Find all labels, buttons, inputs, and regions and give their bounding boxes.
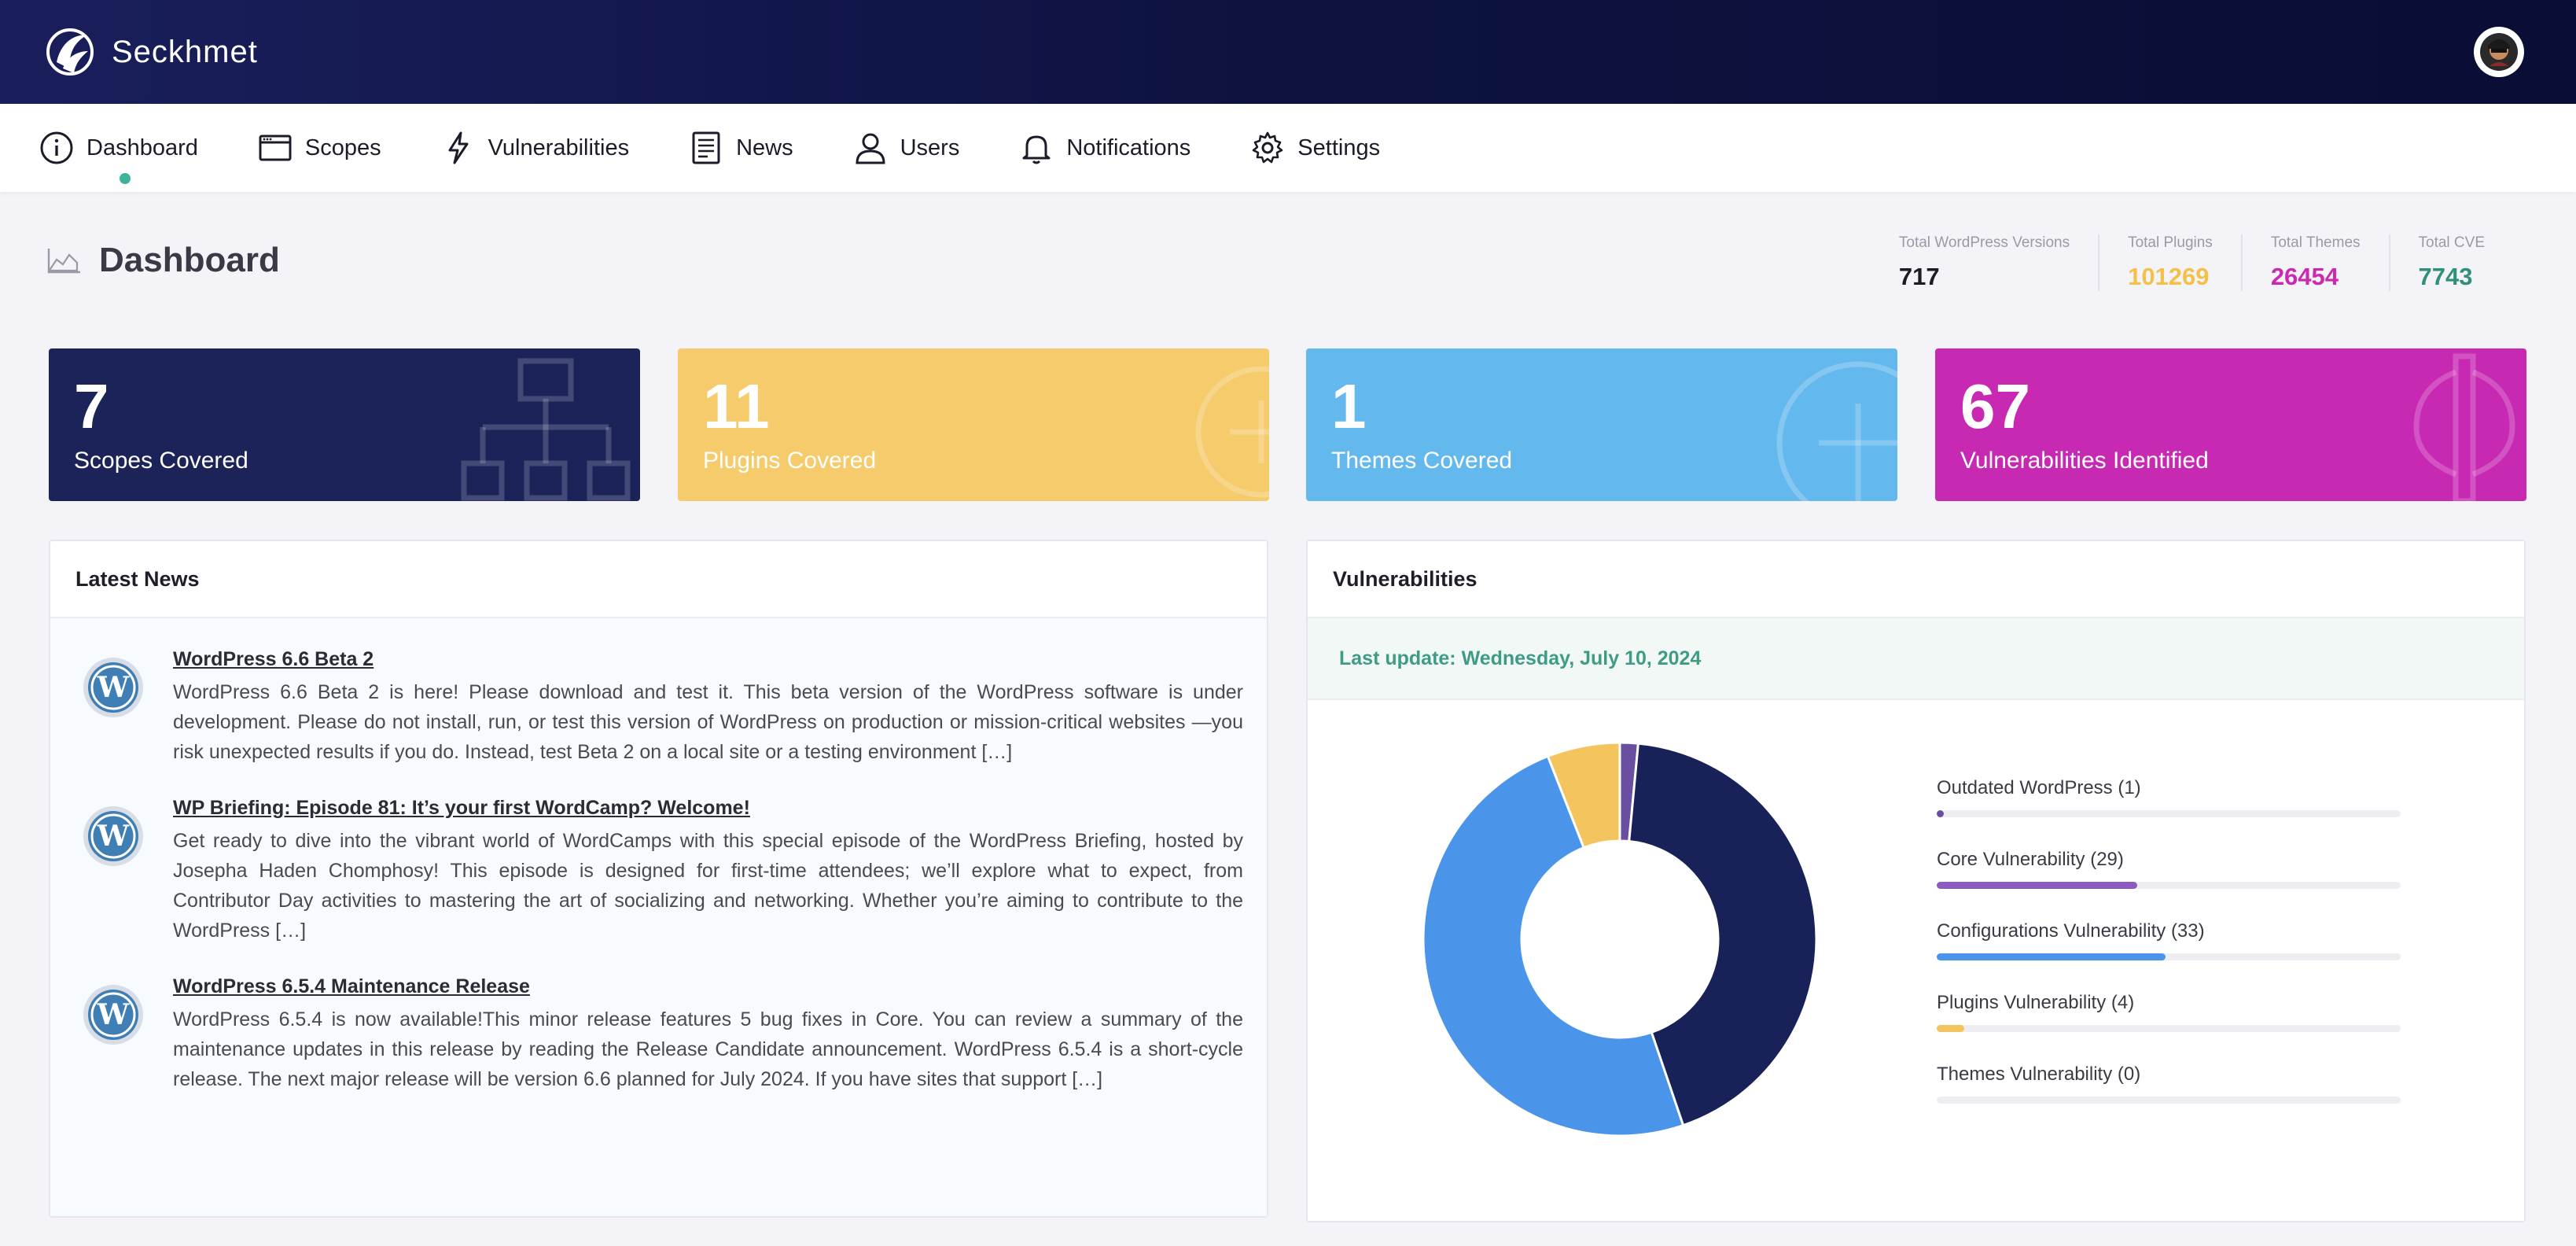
nav-scopes[interactable]: Scopes [258, 104, 381, 192]
nav-label: Settings [1297, 135, 1381, 160]
nav-label: Users [900, 135, 960, 160]
legend-label: Themes Vulnerability (0) [1937, 1064, 2141, 1085]
legend-bar-track [1937, 810, 2401, 817]
news-title-link[interactable]: WordPress 6.5.4 Maintenance Release [173, 975, 1243, 998]
news-content: WP Briefing: Episode 81: It’s your first… [173, 797, 1243, 946]
top-bar: Seckhmet [0, 0, 2576, 104]
wordpress-logo-icon: W [83, 806, 143, 866]
wordpress-logo-icon: W [83, 985, 143, 1045]
vulnerabilities-panel: Vulnerabilities Last update: Wednesday, … [1306, 540, 2526, 1222]
newspaper-icon [692, 131, 720, 164]
user-icon [856, 133, 885, 164]
totals-stats: Total WordPress Versions 717 Total Plugi… [1871, 234, 2513, 291]
news-excerpt: Get ready to dive into the vibrant world… [173, 830, 1243, 942]
news-item: W WordPress 6.6 Beta 2 WordPress 6.6 Bet… [50, 648, 1267, 767]
last-update-text: Last update: Wednesday, July 10, 2024 [1308, 618, 2524, 700]
card-plugins[interactable]: 11 Plugins Covered [678, 348, 1269, 501]
stat-value: 717 [1898, 263, 1940, 290]
card-themes[interactable]: 1 Themes Covered [1306, 348, 1897, 501]
gear-icon [1252, 131, 1283, 164]
nav-dashboard[interactable]: Dashboard [39, 104, 198, 192]
legend-bar-track [1937, 1025, 2401, 1032]
nav-label: News [736, 135, 793, 160]
nav-users[interactable]: Users [853, 104, 960, 192]
legend-item: Outdated WordPress (1) [1937, 777, 2401, 817]
legend-label: Core Vulnerability (29) [1937, 849, 2124, 870]
user-avatar-icon [2480, 33, 2518, 71]
chart-legend: Outdated WordPress (1) Core Vulnerabilit… [1937, 777, 2401, 1135]
nav-label: Notifications [1066, 135, 1191, 160]
news-excerpt: WordPress 6.6 Beta 2 is here! Please dow… [173, 681, 1243, 763]
legend-item: Configurations Vulnerability (33) [1937, 920, 2401, 960]
legend-label: Configurations Vulnerability (33) [1937, 920, 2205, 942]
page-title-text: Dashboard [99, 241, 280, 279]
nav-news[interactable]: News [689, 104, 793, 192]
stat-value: 101269 [2128, 263, 2210, 290]
news-item: W WP Briefing: Episode 81: It’s your fir… [50, 797, 1267, 946]
panel-title: Latest News [50, 541, 1267, 618]
info-icon [40, 131, 73, 164]
avatar[interactable] [2474, 27, 2524, 77]
plus-circle-icon [1776, 361, 1897, 501]
legend-item: Plugins Vulnerability (4) [1937, 992, 2401, 1032]
legend-bar-fill [1937, 882, 2138, 889]
legend-label: Plugins Vulnerability (4) [1937, 992, 2135, 1013]
stat-label: Total WordPress Versions [1898, 234, 2070, 251]
stat-wp-versions: Total WordPress Versions 717 [1871, 234, 2098, 291]
stat-value: 7743 [2418, 263, 2473, 290]
bell-icon [1022, 135, 1051, 164]
news-content: WordPress 6.6 Beta 2 WordPress 6.6 Beta … [173, 648, 1243, 767]
stat-cve: Total CVE 7743 [2388, 234, 2513, 291]
brand[interactable]: Seckhmet [46, 24, 258, 79]
lightning-icon [448, 131, 469, 164]
panel-title: Vulnerabilities [1308, 541, 2524, 618]
axe-icon [2413, 353, 2515, 501]
legend-bar-track [1937, 882, 2401, 889]
svg-text:W: W [97, 998, 130, 1031]
legend-item: Themes Vulnerability (0) [1937, 1064, 2401, 1104]
latest-news-panel: Latest News W WordPress 6.6 Beta 2 WordP… [49, 540, 1268, 1218]
stat-label: Total CVE [2418, 234, 2485, 251]
nav-label: Dashboard [86, 135, 198, 160]
nav-label: Scopes [304, 135, 381, 160]
stat-label: Total Themes [2270, 234, 2361, 251]
legend-bar-track [1937, 1097, 2401, 1104]
main-nav: Dashboard Scopes Vulnerabilities News Us… [0, 104, 2576, 192]
seckhmet-logo-icon [46, 28, 94, 76]
news-title-link[interactable]: WP Briefing: Episode 81: It’s your first… [173, 797, 1243, 820]
news-list: W WordPress 6.6 Beta 2 WordPress 6.6 Bet… [50, 618, 1267, 1216]
news-content: WordPress 6.5.4 Maintenance Release Word… [173, 975, 1243, 1094]
stat-themes: Total Themes 26454 [2240, 234, 2389, 291]
legend-item: Core Vulnerability (29) [1937, 849, 2401, 889]
browser-window-icon [259, 135, 292, 161]
active-indicator [120, 173, 131, 184]
legend-label: Outdated WordPress (1) [1937, 777, 2141, 798]
nav-notifications[interactable]: Notifications [1019, 104, 1190, 192]
nav-label: Vulnerabilities [488, 135, 630, 160]
legend-bar-fill [1937, 1025, 1965, 1032]
legend-bar-track [1937, 953, 2401, 960]
hierarchy-icon [461, 358, 631, 501]
news-excerpt: WordPress 6.5.4 is now available!This mi… [173, 1008, 1243, 1090]
nav-vulnerabilities[interactable]: Vulnerabilities [441, 104, 629, 192]
card-vulnerabilities[interactable]: 67 Vulnerabilities Identified [1935, 348, 2526, 501]
plus-circle-icon [1195, 366, 1269, 498]
card-scopes[interactable]: 7 Scopes Covered [49, 348, 640, 501]
page-title: Dashboard [47, 241, 280, 280]
legend-bar-fill [1937, 810, 1945, 817]
news-item: W WordPress 6.5.4 Maintenance Release Wo… [50, 975, 1267, 1094]
news-title-link[interactable]: WordPress 6.6 Beta 2 [173, 648, 1243, 671]
stat-plugins: Total Plugins 101269 [2098, 234, 2241, 291]
nav-settings[interactable]: Settings [1250, 104, 1380, 192]
area-chart-icon [47, 249, 80, 274]
svg-text:W: W [97, 820, 130, 853]
app-name: Seckhmet [112, 34, 258, 69]
wordpress-logo-icon: W [83, 658, 143, 717]
vulnerabilities-donut-chart [1422, 741, 1818, 1137]
svg-text:W: W [97, 671, 130, 704]
stat-label: Total Plugins [2128, 234, 2213, 251]
stat-value: 26454 [2270, 263, 2339, 290]
legend-bar-fill [1937, 953, 2166, 960]
